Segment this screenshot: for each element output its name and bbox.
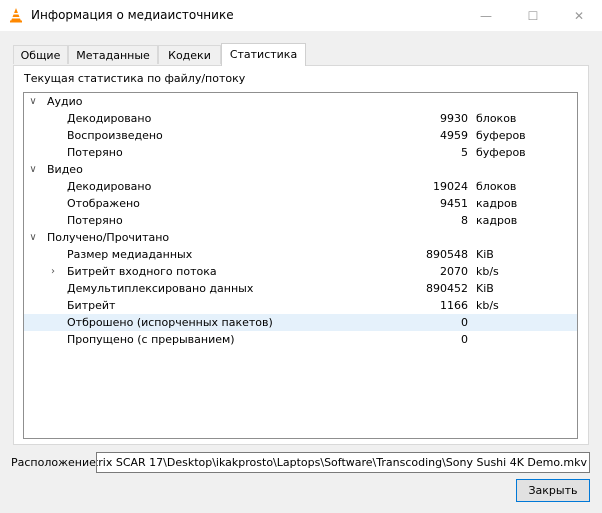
tree-row[interactable]: › Битрейт входного потока 2070 kb/s: [24, 263, 577, 280]
tree-row[interactable]: Декодировано 9930 блоков: [24, 110, 577, 127]
close-window-button[interactable]: ✕: [556, 0, 602, 31]
location-label: Расположение:: [11, 456, 100, 469]
tree-node-input[interactable]: ∨ Получено/Прочитано: [24, 229, 577, 246]
vlc-cone-icon: [10, 8, 22, 23]
tab-codecs[interactable]: Кодеки: [158, 45, 221, 64]
tree-row[interactable]: Размер медиаданных 890548 KiB: [24, 246, 577, 263]
tree-row[interactable]: Потеряно 8 кадров: [24, 212, 577, 229]
window-title: Информация о медиаисточнике: [31, 8, 234, 22]
tree-row-hovered[interactable]: Отброшено (испорченных пакетов) 0: [24, 314, 577, 331]
chevron-right-icon[interactable]: ›: [48, 263, 58, 280]
statistics-panel: Текущая статистика по файлу/потоку ∨ Ауд…: [13, 65, 589, 445]
chevron-down-icon[interactable]: ∨: [28, 93, 38, 110]
statistics-tree[interactable]: ∨ Аудио Декодировано 9930 блоков Воспрои…: [23, 92, 578, 439]
tree-row[interactable]: Потеряно 5 буферов: [24, 144, 577, 161]
location-field[interactable]: sers\ROG Strix SCAR 17\Desktop\ikakprost…: [96, 452, 590, 473]
tree-row[interactable]: Битрейт 1166 kb/s: [24, 297, 577, 314]
tab-general[interactable]: Общие: [13, 45, 68, 64]
tree-row[interactable]: Пропущено (с прерыванием) 0: [24, 331, 577, 348]
statistics-group-label: Текущая статистика по файлу/потоку: [24, 72, 246, 85]
tree-node-video[interactable]: ∨ Видео: [24, 161, 577, 178]
maximize-button[interactable]: ☐: [510, 0, 556, 31]
tree-row[interactable]: Декодировано 19024 блоков: [24, 178, 577, 195]
tab-metadata[interactable]: Метаданные: [68, 45, 158, 64]
close-button[interactable]: Закрыть: [516, 479, 590, 502]
title-bar: Информация о медиаисточнике — ☐ ✕: [0, 0, 602, 31]
chevron-down-icon[interactable]: ∨: [28, 229, 38, 246]
tab-statistics[interactable]: Статистика: [221, 43, 306, 66]
minimize-button[interactable]: —: [463, 0, 509, 31]
tree-row[interactable]: Демультиплексировано данных 890452 KiB: [24, 280, 577, 297]
tree-row[interactable]: Отображено 9451 кадров: [24, 195, 577, 212]
tree-row[interactable]: Воспроизведено 4959 буферов: [24, 127, 577, 144]
tree-node-audio[interactable]: ∨ Аудио: [24, 93, 577, 110]
location-value: sers\ROG Strix SCAR 17\Desktop\ikakprost…: [97, 456, 587, 469]
chevron-down-icon[interactable]: ∨: [28, 161, 38, 178]
